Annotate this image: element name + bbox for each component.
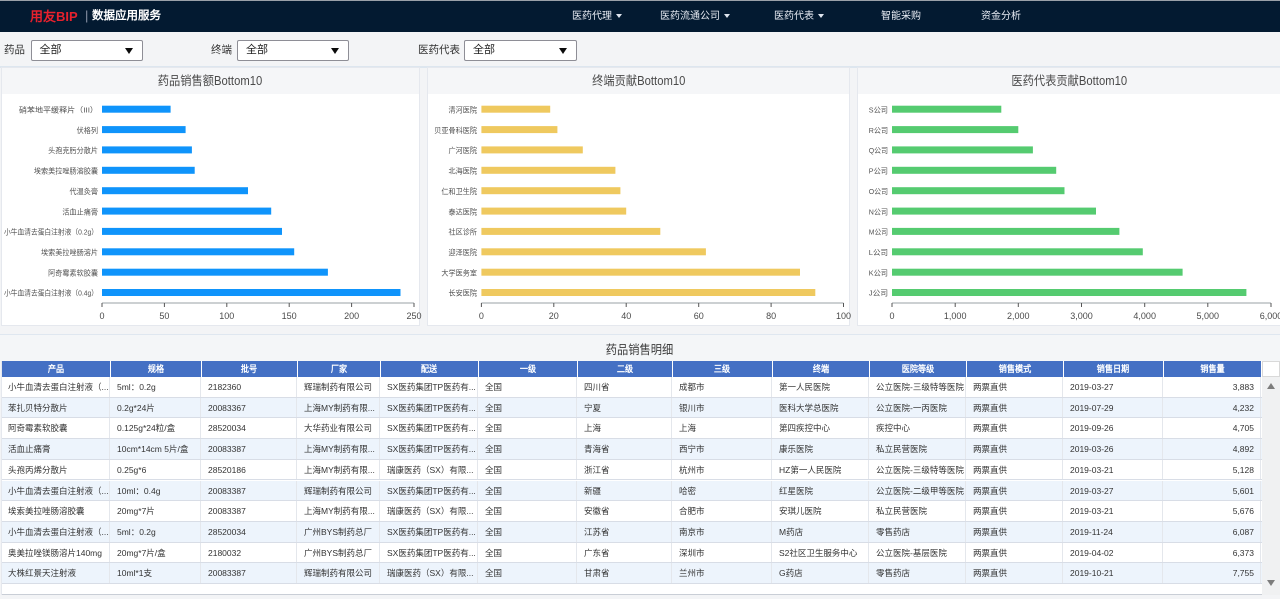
svg-text:J公司: J公司: [869, 289, 888, 298]
svg-text:60: 60: [694, 311, 704, 321]
svg-text:L公司: L公司: [869, 248, 888, 257]
svg-text:K公司: K公司: [869, 268, 888, 277]
svg-text:社区诊所: 社区诊所: [449, 227, 478, 237]
svg-text:贝亚骨科医院: 贝亚骨科医院: [434, 125, 477, 135]
svg-text:小牛血清去蛋白注射液（0.4g）: 小牛血清去蛋白注射液（0.4g）: [4, 288, 98, 298]
svg-text:M公司: M公司: [869, 228, 888, 237]
svg-text:P公司: P公司: [869, 167, 888, 176]
svg-text:100: 100: [219, 311, 234, 321]
svg-text:5,000: 5,000: [1197, 311, 1220, 321]
svg-text:0: 0: [889, 311, 894, 321]
svg-text:Q公司: Q公司: [869, 146, 888, 155]
svg-text:迎泽医院: 迎泽医院: [449, 247, 478, 257]
svg-text:4,000: 4,000: [1133, 311, 1156, 321]
svg-text:40: 40: [621, 311, 631, 321]
svg-text:250: 250: [406, 311, 421, 321]
svg-text:小牛血清去蛋白注射液（0.2g）: 小牛血清去蛋白注射液（0.2g）: [4, 227, 98, 237]
svg-text:活血止痛膏: 活血止痛膏: [62, 206, 98, 216]
svg-text:3,000: 3,000: [1070, 311, 1093, 321]
svg-text:硝苯地平缓释片（III）: 硝苯地平缓释片（III）: [18, 104, 97, 114]
svg-text:N公司: N公司: [869, 207, 888, 216]
svg-text:80: 80: [766, 311, 776, 321]
svg-text:2,000: 2,000: [1007, 311, 1030, 321]
svg-text:泰达医院: 泰达医院: [449, 206, 478, 216]
svg-text:清河医院: 清河医院: [449, 104, 478, 114]
svg-text:头孢克肟分散片: 头孢克肟分散片: [48, 145, 98, 155]
svg-text:伏格列: 伏格列: [76, 125, 97, 135]
svg-text:0: 0: [99, 311, 104, 321]
svg-text:50: 50: [159, 311, 169, 321]
svg-text:北海医院: 北海医院: [449, 166, 478, 176]
svg-text:仁和卫生院: 仁和卫生院: [441, 186, 477, 196]
svg-text:广河医院: 广河医院: [449, 145, 478, 155]
svg-text:150: 150: [281, 311, 296, 321]
svg-text:S公司: S公司: [869, 105, 888, 114]
svg-text:100: 100: [836, 311, 851, 321]
svg-text:20: 20: [549, 311, 559, 321]
svg-text:代温灸膏: 代温灸膏: [69, 186, 98, 196]
svg-text:阿奇霉素软胶囊: 阿奇霉素软胶囊: [48, 267, 98, 277]
svg-text:O公司: O公司: [869, 187, 888, 196]
svg-text:1,000: 1,000: [944, 311, 967, 321]
svg-text:0: 0: [479, 311, 484, 321]
svg-text:埃索美拉唑肠溶胶囊: 埃索美拉唑肠溶胶囊: [33, 166, 98, 176]
svg-text:大学医务室: 大学医务室: [441, 267, 477, 277]
svg-text:200: 200: [344, 311, 359, 321]
svg-text:R公司: R公司: [869, 126, 888, 135]
svg-text:埃索美拉唑肠溶片: 埃索美拉唑肠溶片: [41, 247, 98, 257]
svg-text:6,000: 6,000: [1260, 311, 1280, 321]
svg-text:长安医院: 长安医院: [449, 288, 478, 298]
